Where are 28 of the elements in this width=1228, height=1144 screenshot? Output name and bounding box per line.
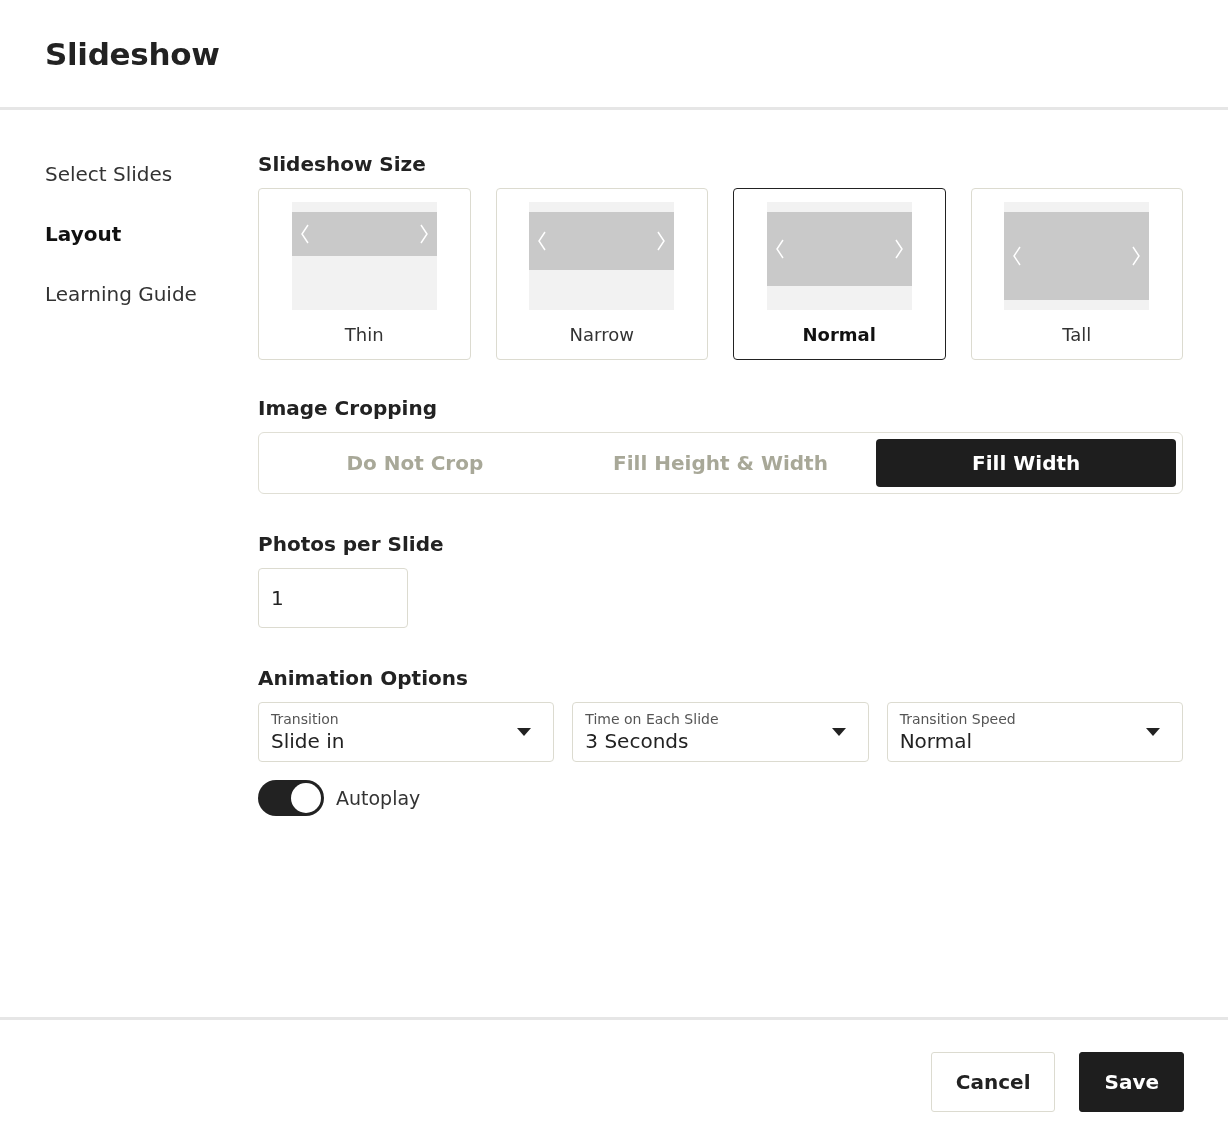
size-option-card[interactable]: Normal [733, 188, 946, 360]
sidebar-item[interactable]: Learning Guide [45, 282, 258, 307]
size-option-card[interactable]: Narrow [495, 188, 708, 360]
photos-per-slide-field[interactable]: 1 [258, 568, 408, 628]
size-option-card[interactable]: Thin [258, 188, 471, 360]
size-option-label: Narrow [569, 324, 634, 345]
caret-icon [1146, 728, 1160, 736]
size-option-card[interactable]: Tall [970, 188, 1183, 360]
autoplay-label: Autoplay [336, 787, 421, 809]
sidebar-item[interactable]: Layout [45, 222, 258, 247]
dropdown-field[interactable]: Time on Each Slide 3 Seconds [572, 702, 869, 762]
section-label: Slideshow Size [258, 151, 427, 178]
size-option-label: Thin [344, 324, 384, 345]
save-button[interactable]: Save [1079, 1052, 1184, 1112]
autoplay-toggle[interactable] [258, 780, 324, 816]
section-label: Photos per Slide [258, 531, 445, 558]
sidebar-item[interactable]: Select Slides [45, 162, 258, 187]
caret-icon [517, 728, 532, 736]
dialog-title: Slideshow [45, 35, 220, 72]
section-label: Image Cropping [258, 395, 438, 422]
size-option-label: Tall [1062, 324, 1092, 345]
dropdown-field[interactable]: Transition Slide in [258, 702, 555, 762]
size-option-label: Normal [802, 324, 876, 345]
cancel-button[interactable]: Cancel [930, 1052, 1056, 1112]
section-label: Animation Options [258, 665, 469, 692]
cropping-option[interactable]: Fill Width [876, 439, 1176, 487]
dropdown-field[interactable]: Transition Speed Normal [886, 702, 1183, 762]
caret-icon [831, 728, 846, 736]
